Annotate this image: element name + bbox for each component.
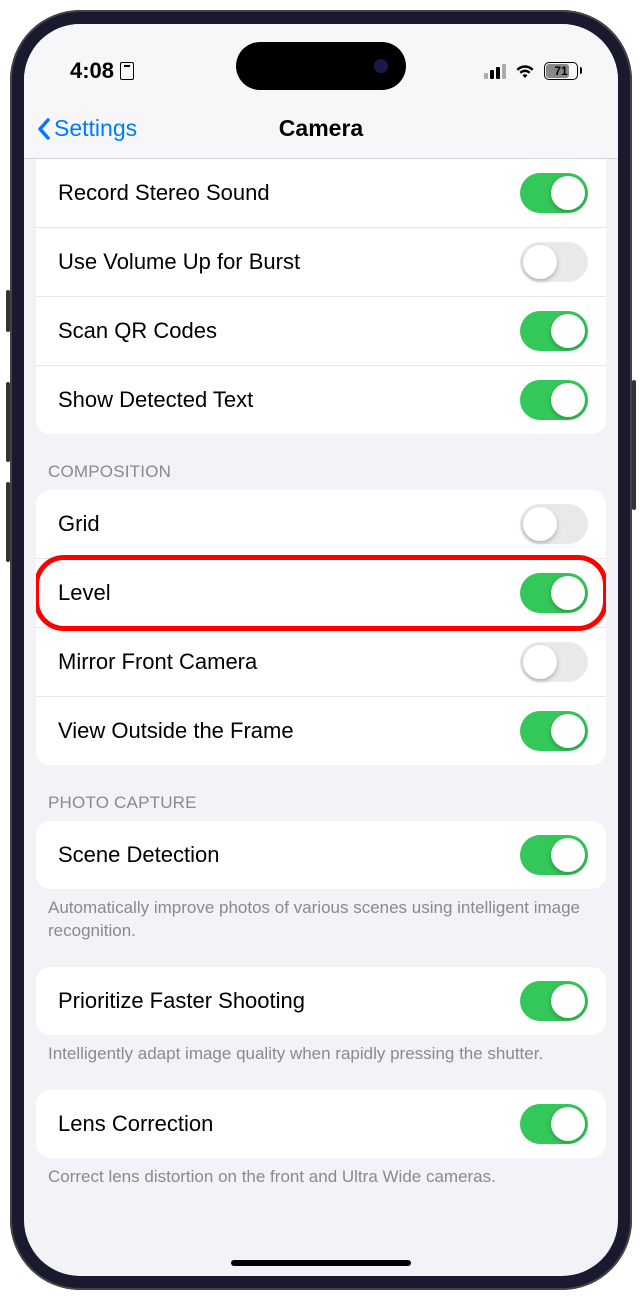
row-use-volume-up-for-burst: Use Volume Up for Burst xyxy=(36,228,606,297)
row-grid: Grid xyxy=(36,490,606,559)
toggle-faster-shooting[interactable] xyxy=(520,981,588,1021)
row-label: Scene Detection xyxy=(58,842,219,868)
phone-side-button-right xyxy=(632,380,636,510)
row-mirror-front-camera: Mirror Front Camera xyxy=(36,628,606,697)
phone-frame: 4:08 71 xyxy=(10,10,632,1290)
sim-card-icon xyxy=(120,62,134,80)
faster-shooting-group: Prioritize Faster Shooting xyxy=(36,967,606,1035)
row-label: Record Stereo Sound xyxy=(58,180,270,206)
back-button[interactable]: Settings xyxy=(36,115,137,142)
row-faster-shooting: Prioritize Faster Shooting xyxy=(36,967,606,1035)
chevron-left-icon xyxy=(36,117,52,141)
row-lens-correction: Lens Correction xyxy=(36,1090,606,1158)
toggle-scan-qr-codes[interactable] xyxy=(520,311,588,351)
row-label: View Outside the Frame xyxy=(58,718,294,744)
settings-group-top: Record Stereo Sound Use Volume Up for Bur… xyxy=(36,159,606,434)
section-header-photo-capture: Photo Capture xyxy=(24,765,618,821)
screen: 4:08 71 xyxy=(24,24,618,1276)
toggle-view-outside-the-frame[interactable] xyxy=(520,711,588,751)
toggle-mirror-front-camera[interactable] xyxy=(520,642,588,682)
toggle-use-volume-up-for-burst[interactable] xyxy=(520,242,588,282)
row-label: Level xyxy=(58,580,111,606)
row-label: Show Detected Text xyxy=(58,387,253,413)
navigation-bar: Settings Camera xyxy=(24,99,618,159)
footer-faster-shooting: Intelligently adapt image quality when r… xyxy=(24,1035,618,1070)
row-level: Level xyxy=(36,559,606,628)
toggle-show-detected-text[interactable] xyxy=(520,380,588,420)
phone-side-buttons-left xyxy=(6,290,12,562)
footer-scene-detection: Automatically improve photos of various … xyxy=(24,889,618,947)
back-label: Settings xyxy=(54,115,137,142)
page-title: Camera xyxy=(279,115,363,142)
row-label: Lens Correction xyxy=(58,1111,213,1137)
scene-detection-group: Scene Detection xyxy=(36,821,606,889)
lens-correction-group: Lens Correction xyxy=(36,1090,606,1158)
home-indicator[interactable] xyxy=(231,1260,411,1266)
row-label: Prioritize Faster Shooting xyxy=(58,988,305,1014)
footer-lens-correction: Correct lens distortion on the front and… xyxy=(24,1158,618,1193)
toggle-record-stereo-sound[interactable] xyxy=(520,173,588,213)
section-header-composition: Composition xyxy=(24,434,618,490)
battery-indicator: 71 xyxy=(544,62,582,80)
row-label: Grid xyxy=(58,511,100,537)
toggle-scene-detection[interactable] xyxy=(520,835,588,875)
settings-group-composition: Grid Level Mirror Front Camera View Outside… xyxy=(36,490,606,765)
row-label: Use Volume Up for Burst xyxy=(58,249,300,275)
row-scene-detection: Scene Detection xyxy=(36,821,606,889)
toggle-grid[interactable] xyxy=(520,504,588,544)
row-record-stereo-sound: Record Stereo Sound xyxy=(36,159,606,228)
row-view-outside-the-frame: View Outside the Frame xyxy=(36,697,606,765)
scroll-content[interactable]: Record Stereo Sound Use Volume Up for Bur… xyxy=(24,159,618,1276)
cellular-signal-icon xyxy=(484,63,506,79)
status-time: 4:08 xyxy=(70,58,114,84)
toggle-level[interactable] xyxy=(520,573,588,613)
row-label: Mirror Front Camera xyxy=(58,649,257,675)
row-scan-qr-codes: Scan QR Codes xyxy=(36,297,606,366)
toggle-lens-correction[interactable] xyxy=(520,1104,588,1144)
row-label: Scan QR Codes xyxy=(58,318,217,344)
dynamic-island xyxy=(236,42,406,90)
row-show-detected-text: Show Detected Text xyxy=(36,366,606,434)
wifi-icon xyxy=(514,63,536,79)
